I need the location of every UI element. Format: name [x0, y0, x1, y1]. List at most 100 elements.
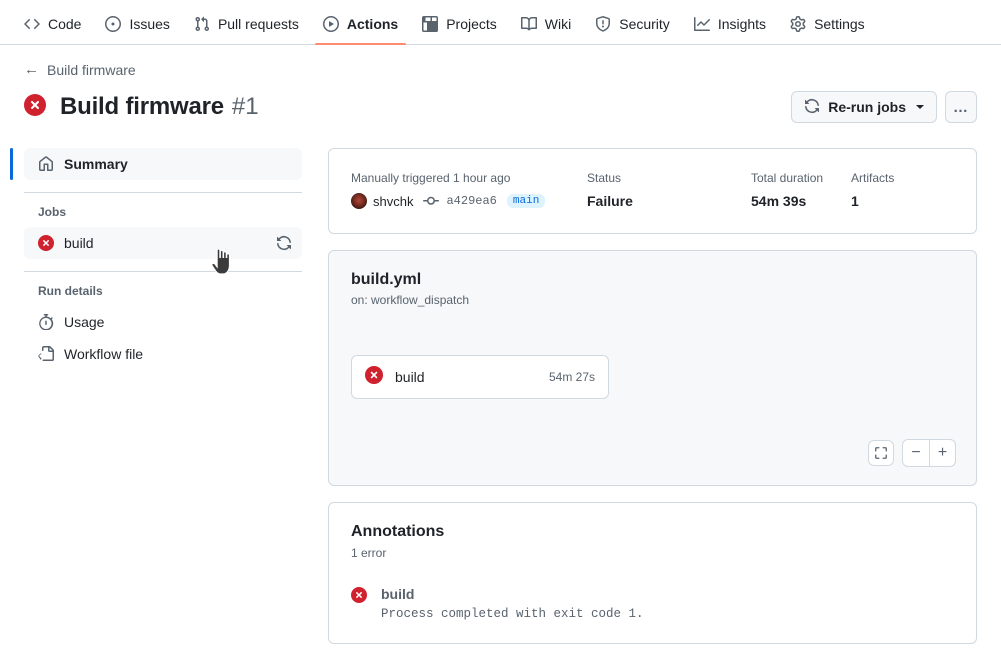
total-duration-value: 54m 39s: [751, 193, 851, 209]
file-code-icon: [38, 346, 54, 362]
git-pull-request-icon: [194, 16, 210, 32]
zoom-in-button[interactable]: +: [929, 440, 955, 466]
artifacts-count: 1: [851, 193, 894, 209]
nav-item-projects[interactable]: Projects: [414, 16, 505, 44]
annotation-item[interactable]: build Process completed with exit code 1…: [351, 586, 954, 621]
sidebar-run-details-heading: Run details: [24, 284, 302, 298]
run-sidebar: Summary Jobs build Run details Usage: [24, 148, 302, 658]
stat-status: Status Failure: [587, 171, 751, 209]
commit-sha[interactable]: a429ea6: [446, 194, 496, 208]
graph-zoom-controls: − +: [868, 439, 956, 467]
stat-label: Status: [587, 171, 751, 185]
avatar: [351, 193, 367, 209]
sidebar-item-label: Usage: [64, 314, 104, 330]
page-body: Summary Jobs build Run details Usage: [0, 124, 1001, 658]
nav-item-code[interactable]: Code: [16, 16, 89, 44]
breadcrumb-label: Build firmware: [47, 62, 136, 78]
annotation-body: build Process completed with exit code 1…: [381, 586, 644, 621]
sidebar-divider-2: [24, 271, 302, 272]
page-title: Build firmware: [60, 93, 224, 121]
failure-x-icon: [24, 94, 46, 121]
nav-item-wiki[interactable]: Wiki: [513, 16, 579, 44]
annotation-message: Process completed with exit code 1.: [381, 607, 644, 621]
sidebar-item-label: Summary: [64, 156, 128, 172]
zoom-out-button[interactable]: −: [903, 440, 929, 466]
graph-icon: [694, 16, 710, 32]
zoom-buttons-group: − +: [902, 439, 956, 467]
stat-trigger: Manually triggered 1 hour ago shvchk a42…: [351, 171, 587, 209]
nav-item-label: Issues: [129, 16, 169, 32]
run-number: #1: [232, 93, 259, 121]
nav-item-label: Actions: [347, 16, 398, 32]
header-actions: Re-run jobs …: [791, 91, 977, 123]
annotations-title: Annotations: [351, 523, 954, 541]
sidebar-item-usage[interactable]: Usage: [24, 306, 302, 338]
failure-x-icon: [351, 587, 367, 621]
nav-item-label: Insights: [718, 16, 766, 32]
nav-item-label: Pull requests: [218, 16, 299, 32]
breadcrumb-back-link[interactable]: ← Build firmware: [24, 61, 136, 78]
node-label: build: [395, 369, 425, 385]
table-icon: [422, 16, 438, 32]
failure-x-icon: [38, 235, 54, 251]
shield-icon: [595, 16, 611, 32]
page-header: ← Build firmware Build firmware #1 Re-ru…: [0, 45, 1001, 124]
fit-screen-icon[interactable]: [868, 440, 894, 466]
issue-opened-icon: [105, 16, 121, 32]
re-run-jobs-label: Re-run jobs: [828, 99, 906, 115]
rerun-job-icon[interactable]: [274, 233, 294, 253]
sidebar-job-build[interactable]: build: [24, 227, 302, 259]
workflow-file-name: build.yml: [351, 271, 954, 289]
workflow-trigger-event: on: workflow_dispatch: [351, 293, 954, 307]
sidebar-jobs-heading: Jobs: [24, 205, 302, 219]
workflow-graph-card: build.yml on: workflow_dispatch build 54…: [328, 250, 977, 486]
stopwatch-icon: [38, 314, 54, 330]
annotation-job-name: build: [381, 586, 644, 602]
arrow-left-icon: ←: [24, 61, 39, 78]
run-summary-stats: Manually triggered 1 hour ago shvchk a42…: [329, 149, 976, 233]
home-icon: [38, 156, 54, 172]
git-commit-icon: [423, 193, 439, 209]
chevron-down-icon: [916, 105, 924, 109]
run-main-column: Manually triggered 1 hour ago shvchk a42…: [328, 148, 977, 658]
gear-icon: [790, 16, 806, 32]
sidebar-item-label: Workflow file: [64, 346, 143, 362]
code-icon: [24, 16, 40, 32]
nav-item-actions[interactable]: Actions: [315, 16, 406, 44]
sidebar-item-workflow-file[interactable]: Workflow file: [24, 338, 302, 370]
workflow-graph-node-build[interactable]: build 54m 27s: [351, 355, 609, 399]
stat-label: Total duration: [751, 171, 851, 185]
sidebar-item-summary[interactable]: Summary: [24, 148, 302, 180]
stat-label: Artifacts: [851, 171, 894, 185]
nav-item-label: Code: [48, 16, 81, 32]
branch-badge[interactable]: main: [507, 194, 545, 208]
trigger-details: shvchk a429ea6 main: [351, 193, 587, 209]
nav-item-label: Wiki: [545, 16, 571, 32]
annotations-count: 1 error: [351, 546, 954, 560]
stat-total-duration: Total duration 54m 39s: [751, 171, 851, 209]
play-icon: [323, 16, 339, 32]
nav-item-security[interactable]: Security: [587, 16, 678, 44]
nav-item-label: Settings: [814, 16, 865, 32]
stat-artifacts: Artifacts 1: [851, 171, 894, 209]
nav-item-insights[interactable]: Insights: [686, 16, 774, 44]
nav-item-label: Projects: [446, 16, 497, 32]
book-icon: [521, 16, 537, 32]
more-options-button[interactable]: …: [945, 91, 977, 123]
nav-item-issues[interactable]: Issues: [97, 16, 177, 44]
annotations-card: Annotations 1 error build Process comple…: [328, 502, 977, 644]
status-value: Failure: [587, 193, 751, 209]
nav-item-label: Security: [619, 16, 670, 32]
node-duration: 54m 27s: [549, 370, 595, 384]
actor-login[interactable]: shvchk: [373, 194, 413, 209]
re-run-jobs-button[interactable]: Re-run jobs: [791, 91, 937, 123]
failure-x-icon: [365, 366, 383, 389]
trigger-label: Manually triggered 1 hour ago: [351, 171, 587, 185]
nav-item-settings[interactable]: Settings: [782, 16, 873, 44]
sync-icon: [804, 98, 820, 117]
sidebar-divider-1: [24, 192, 302, 193]
repository-nav: Code Issues Pull requests Actions Projec…: [0, 0, 1001, 45]
run-title-row: Build firmware #1 Re-run jobs …: [24, 90, 977, 124]
sidebar-job-label: build: [64, 235, 94, 251]
nav-item-pull-requests[interactable]: Pull requests: [186, 16, 307, 44]
